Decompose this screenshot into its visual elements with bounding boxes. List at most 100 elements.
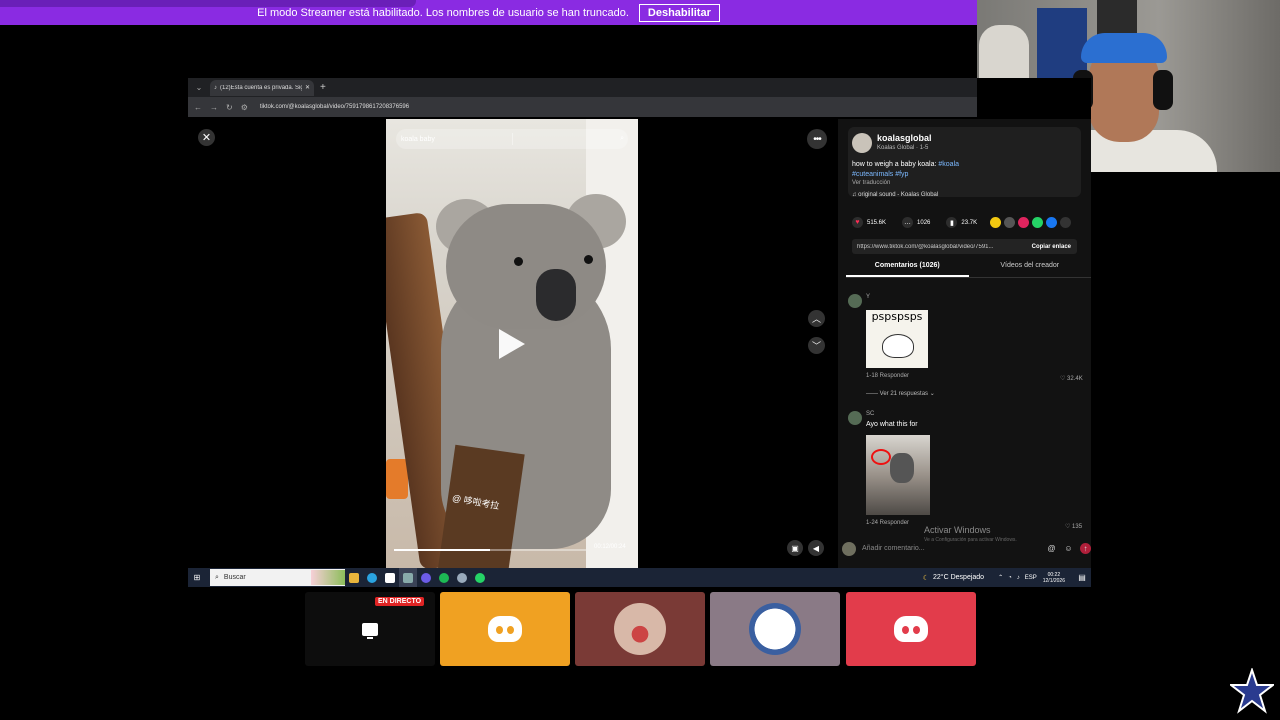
notifications-icon[interactable]: ▤ [1073, 568, 1091, 587]
koala-nose [536, 269, 576, 321]
whatsapp-icon[interactable] [1032, 217, 1043, 228]
close-tab-icon[interactable]: ✕ [305, 84, 310, 91]
facebook-icon[interactable] [1046, 217, 1057, 228]
description-text: how to weigh a baby koala: [852, 161, 939, 168]
see-translation-link[interactable]: Ver traducción [852, 180, 890, 186]
back-icon[interactable]: ← [194, 103, 202, 112]
comment-icon[interactable]: … [902, 217, 914, 228]
steam-icon[interactable] [453, 568, 471, 587]
picture-in-picture-icon[interactable]: ▣ [787, 540, 803, 556]
previous-video-chevron-up-icon[interactable]: ︿ [808, 310, 825, 327]
author-avatar[interactable] [852, 133, 872, 153]
commenter-avatar[interactable] [848, 294, 862, 308]
discord-tile-screenshare[interactable]: EN DIRECTO [305, 592, 435, 666]
commenter-avatar[interactable] [848, 411, 862, 425]
video-time: 00:12/00:24 [594, 544, 626, 550]
comment-input[interactable]: Añadir comentario... [862, 545, 1040, 552]
copy-link-row: https://www.tiktok.com/@koalasglobal/vid… [852, 239, 1077, 254]
tab-list-chevron-icon[interactable]: ⌄ [192, 81, 206, 95]
koala-photo [890, 453, 914, 483]
tab-creator-videos[interactable]: Vídeos del creador [969, 262, 1092, 277]
live-badge: EN DIRECTO [375, 597, 425, 606]
store-icon[interactable] [381, 568, 399, 587]
whatsapp-icon[interactable] [471, 568, 489, 587]
commenter-name[interactable]: Y [866, 294, 870, 300]
weather-widget[interactable]: ☾ 22°C Despejado [923, 574, 998, 582]
participant-avatar [614, 603, 666, 655]
edge-icon[interactable] [363, 568, 381, 587]
search-icon[interactable]: ⌕ [512, 133, 624, 145]
language-indicator[interactable]: ESP [1025, 575, 1037, 581]
discord-logo-icon [894, 616, 928, 642]
search-icon: ⌕ [215, 573, 219, 581]
meme-text: pspspsps [871, 310, 923, 323]
comment-meta[interactable]: 1-18 Responder [866, 373, 909, 379]
headset-right [1153, 70, 1173, 110]
koala-head [446, 204, 606, 329]
discord-tile-user-red[interactable] [846, 592, 976, 666]
url-field[interactable]: tiktok.com/@koalasglobal/video/759179861… [260, 104, 409, 110]
post-description: how to weigh a baby koala: #koala #cutea… [852, 160, 1077, 180]
weather-moon-icon: ☾ [922, 574, 930, 582]
taskbar-search-label: Buscar [223, 574, 246, 581]
video-progress-bar[interactable] [394, 549, 586, 551]
forward-icon[interactable]: → [210, 103, 218, 112]
heart-icon[interactable]: ♥ [852, 217, 863, 228]
stream-canvas: El modo Streamer está habilitado. Los no… [0, 0, 1280, 720]
volume-icon[interactable]: ◀ [808, 540, 824, 556]
comment-text: Ayo what this for [866, 421, 918, 428]
browser-tab[interactable]: ♪ (12)Esta cuenta es privada. Sig... ✕ [210, 79, 314, 96]
volume-icon[interactable]: ♪ [1017, 575, 1020, 581]
spotify-icon[interactable] [435, 568, 453, 587]
more-options-icon[interactable]: ••• [807, 129, 827, 149]
tab-comments[interactable]: Comentarios (1026) [846, 262, 969, 277]
participant-avatar [749, 603, 801, 655]
video-player[interactable]: koala baby ⌕ @ 哆啦考拉 00:12/00:24 [386, 119, 638, 568]
windows-start-icon[interactable]: ⊞ [188, 568, 206, 587]
chrome-icon[interactable] [417, 568, 435, 587]
bookmark-icon[interactable]: ▮ [946, 217, 958, 228]
browser-window: ⌄ ♪ (12)Esta cuenta es privada. Sig... ✕… [188, 78, 1091, 586]
send-icon[interactable]: ↑ [1080, 543, 1091, 554]
tray-chevron-icon[interactable]: ⌃ [998, 574, 1003, 581]
discord-tile-user-cat[interactable] [710, 592, 840, 666]
next-video-chevron-down-icon[interactable]: ﹀ [808, 337, 825, 354]
code-icon[interactable] [1004, 217, 1015, 228]
video-search-text: koala baby [401, 135, 435, 143]
hashtag-koala[interactable]: #koala [938, 161, 959, 168]
new-tab-button[interactable]: + [320, 82, 326, 93]
share-red-icon[interactable] [1018, 217, 1029, 228]
network-icon[interactable]: ◔ [1008, 575, 1012, 581]
discord-tile-user-avatar[interactable] [575, 592, 705, 666]
clock[interactable]: 00:22 12/1/2026 [1043, 572, 1073, 584]
author-subline: Koalas Global · 1-5 [877, 145, 929, 151]
hashtag-cuteanimals[interactable]: #cuteanimals [852, 171, 893, 178]
copy-link-button[interactable]: Copiar enlace [1026, 244, 1077, 250]
post-side-panel: koalasglobal Koalas Global · 1-5 how to … [838, 119, 1091, 568]
commenter-name[interactable]: SC [866, 411, 874, 417]
video-search-box[interactable]: koala baby ⌕ [396, 129, 628, 149]
close-icon[interactable]: ✕ [198, 129, 215, 146]
comment-like-count[interactable]: ♡ 135 [1065, 523, 1082, 530]
obs-icon[interactable] [399, 568, 417, 587]
meme-duck-drawing [882, 334, 914, 358]
original-sound-link[interactable]: ♫ original sound - Koalas Global [852, 192, 938, 198]
reload-icon[interactable]: ↻ [226, 103, 233, 112]
file-explorer-icon[interactable] [345, 568, 363, 587]
site-info-icon[interactable]: ⚙ [241, 103, 248, 112]
embed-icon[interactable] [990, 217, 1001, 228]
comment-meta[interactable]: 1-24 Responder [866, 520, 909, 526]
share-arrow-icon[interactable] [1060, 217, 1071, 228]
disable-streamer-mode-button[interactable]: Deshabilitar [638, 3, 720, 22]
post-link[interactable]: https://www.tiktok.com/@koalasglobal/vid… [852, 244, 1026, 250]
taskbar-search[interactable]: ⌕ Buscar [210, 569, 345, 586]
search-highlight-image [311, 570, 345, 585]
hashtag-fyp[interactable]: #fyp [895, 171, 908, 178]
play-icon[interactable] [499, 329, 525, 359]
mention-icon[interactable]: @ [1046, 543, 1057, 554]
comment-like-count[interactable]: ♡ 32.4K [1060, 375, 1083, 382]
emoji-icon[interactable]: ☺ [1063, 543, 1074, 554]
discord-tile-user-orange[interactable] [440, 592, 570, 666]
view-replies-button[interactable]: —— Ver 21 respuestas ⌄ [866, 390, 935, 397]
author-handle[interactable]: koalasglobal [877, 133, 932, 143]
